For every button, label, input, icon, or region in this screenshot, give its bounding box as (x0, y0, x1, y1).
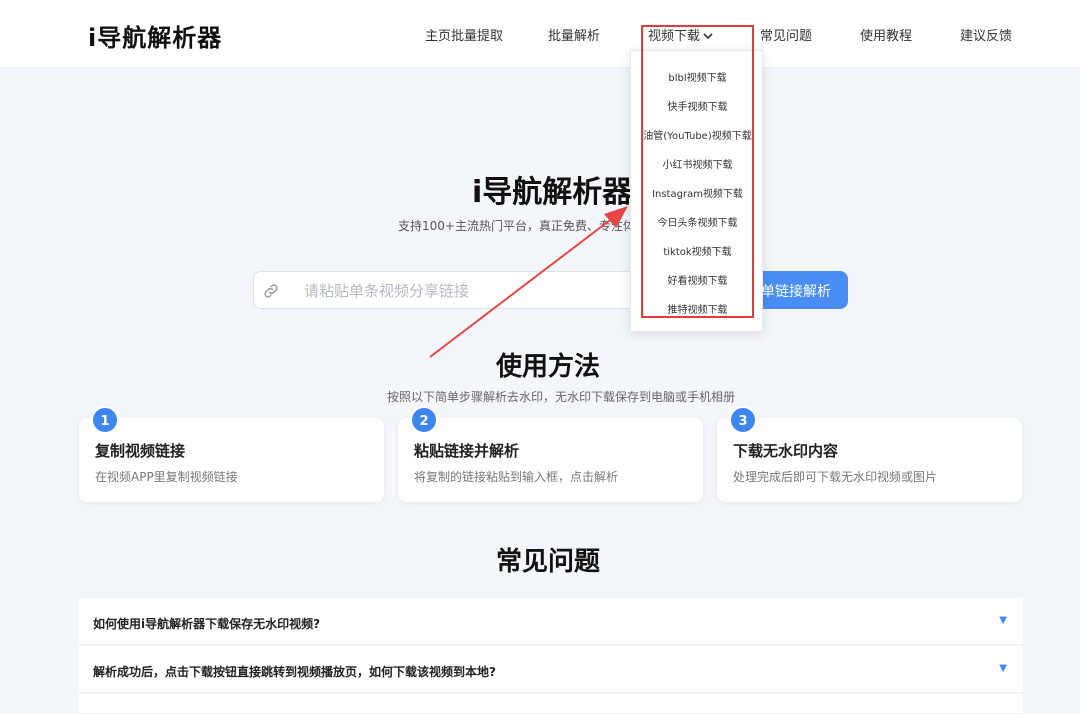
site-logo[interactable]: i导航解析器 (88, 18, 222, 53)
faq-question: 如何使用i导航解析器下载保存无水印视频? (93, 617, 321, 631)
hero-title: i导航解析器 (472, 175, 633, 210)
step-number-badge: 3 (729, 406, 757, 434)
site-header: i导航解析器 主页批量提取 批量解析 视频下载 常见问题 使用教程 建议反馈 (0, 0, 1080, 68)
nav-faq[interactable]: 常见问题 (760, 25, 812, 44)
dropdown-item-blbl[interactable]: blbl视频下载 (631, 69, 764, 84)
search-box (253, 271, 643, 309)
chevron-down-icon (703, 30, 713, 43)
nav-homepage-batch[interactable]: 主页批量提取 (425, 25, 503, 44)
dropdown-item-youtube[interactable]: 油管(YouTube)视频下载 (631, 127, 764, 142)
step-title: 下载无水印内容 (733, 442, 839, 460)
hero-subtitle: 支持100+主流热门平台，真正免费、专注体 (398, 219, 635, 233)
step-desc: 在视频APP里复制视频链接 (95, 470, 238, 484)
dropdown-item-haokan[interactable]: 好看视频下载 (631, 272, 764, 287)
nav-tutorial[interactable]: 使用教程 (860, 25, 912, 44)
dropdown-item-instagram[interactable]: Instagram视频下载 (631, 185, 764, 200)
nav-batch-parse[interactable]: 批量解析 (548, 25, 600, 44)
dropdown-item-toutiao[interactable]: 今日头条视频下载 (631, 214, 764, 229)
faq-item[interactable]: 如何使用i导航解析器下载保存无水印视频? ▼ (79, 598, 1023, 645)
nav-feedback[interactable]: 建议反馈 (960, 25, 1012, 44)
video-download-dropdown: blbl视频下载 快手视频下载 油管(YouTube)视频下载 小红书视频下载 … (630, 50, 763, 332)
dropdown-item-tiktok[interactable]: tiktok视频下载 (631, 243, 764, 258)
step-desc: 处理完成后即可下载无水印视频或图片 (733, 470, 938, 484)
step-card-2: 粘贴链接并解析 将复制的链接粘贴到输入框，点击解析 (398, 418, 703, 502)
nav-video-download-label: 视频下载 (648, 29, 701, 44)
search-input[interactable] (304, 281, 624, 301)
usage-subtitle: 按照以下简单步骤解析去水印，无水印下载保存到电脑或手机相册 (387, 390, 736, 404)
nav-video-download[interactable]: 视频下载 (648, 25, 713, 44)
usage-title: 使用方法 (496, 352, 601, 382)
step-card-1: 复制视频链接 在视频APP里复制视频链接 (79, 418, 384, 502)
link-icon (262, 282, 280, 300)
caret-down-icon: ▼ (999, 615, 1007, 626)
step-number-badge: 2 (410, 406, 438, 434)
step-number-badge: 1 (91, 406, 119, 434)
dropdown-item-twitter[interactable]: 推特视频下载 (631, 301, 764, 316)
step-title: 复制视频链接 (95, 442, 186, 460)
single-link-parse-button[interactable]: 单链接解析 (755, 271, 848, 309)
faq-title: 常见问题 (496, 547, 601, 577)
faq-item[interactable]: 解析成功后，点击下载按钮直接跳转到视频播放页，如何下载该视频到本地? ▼ (79, 646, 1023, 693)
faq-item-partial[interactable] (79, 694, 1023, 714)
faq-question: 解析成功后，点击下载按钮直接跳转到视频播放页，如何下载该视频到本地? (93, 665, 496, 679)
caret-down-icon: ▼ (999, 663, 1007, 674)
step-card-3: 下载无水印内容 处理完成后即可下载无水印视频或图片 (717, 418, 1022, 502)
step-title: 粘贴链接并解析 (414, 442, 520, 460)
dropdown-item-kuaishou[interactable]: 快手视频下载 (631, 98, 764, 113)
step-desc: 将复制的链接粘贴到输入框，点击解析 (414, 470, 619, 484)
dropdown-item-xiaohongshu[interactable]: 小红书视频下载 (631, 156, 764, 171)
